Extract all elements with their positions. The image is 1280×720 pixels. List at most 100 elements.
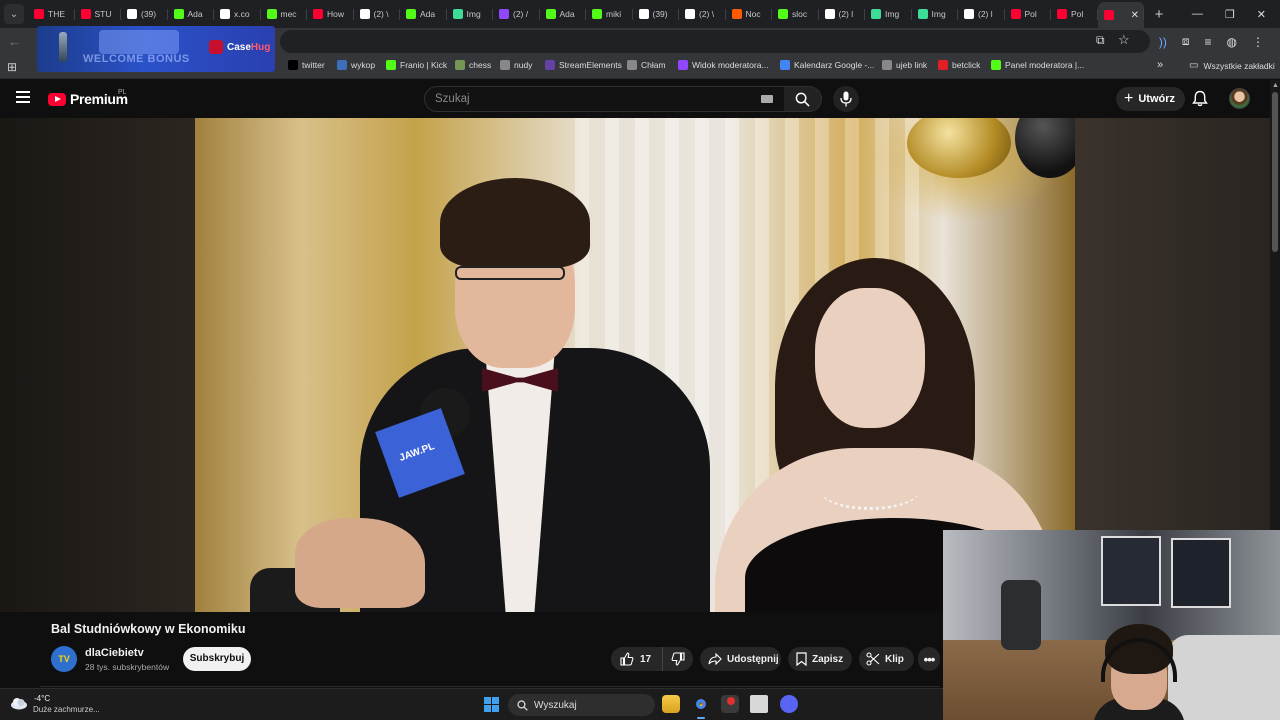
browser-tab[interactable]: (2) \ xyxy=(679,2,726,26)
browser-tab[interactable]: (2) l xyxy=(958,2,1005,26)
webcam-room-window xyxy=(1101,536,1161,606)
scroll-up-arrow-icon[interactable]: ▲ xyxy=(1272,82,1279,89)
recording-app-icon[interactable] xyxy=(721,695,739,713)
windows-start-icon[interactable] xyxy=(484,697,499,712)
weather-description[interactable]: Duże zachmurze... xyxy=(33,705,100,714)
profile-icon[interactable]: ◍ xyxy=(1227,35,1237,49)
channel-name[interactable]: dlaCiebietv xyxy=(85,647,144,659)
browser-tab[interactable]: Img xyxy=(912,2,959,26)
player-ambient-left xyxy=(0,118,195,612)
bookmark-item[interactable]: betclick xyxy=(938,60,980,70)
browser-menu-icon[interactable]: ⋮ xyxy=(1252,35,1264,49)
browser-tab[interactable]: (2) l xyxy=(819,2,866,26)
bookmark-item[interactable]: Chłam xyxy=(627,60,666,70)
maximize-icon[interactable]: ❐ xyxy=(1225,8,1235,21)
browser-tab[interactable]: Pol xyxy=(1005,2,1052,26)
share-button[interactable]: Udostępnij xyxy=(700,647,781,671)
browser-tab[interactable]: Pol xyxy=(1051,2,1098,26)
more-actions-button[interactable]: ••• xyxy=(918,647,940,671)
extensions-puzzle-icon[interactable]: ⧈ xyxy=(1182,34,1190,49)
bookmark-item[interactable]: Panel moderatora |... xyxy=(991,60,1084,70)
bookmark-item[interactable]: Widok moderatora... xyxy=(678,60,769,70)
subscribe-button[interactable]: Subskrybuj xyxy=(183,647,251,671)
close-window-icon[interactable]: ✕ xyxy=(1257,8,1266,21)
new-tab-button[interactable]: + xyxy=(1148,6,1170,23)
install-app-icon[interactable]: ⧉ xyxy=(1096,33,1105,48)
search-input[interactable]: Szukaj xyxy=(424,86,786,112)
close-tab-icon[interactable]: ✕ xyxy=(1131,10,1139,21)
tab-label: Noc xyxy=(745,9,761,19)
browser-tab[interactable]: (39) xyxy=(121,2,168,26)
betclick-icon xyxy=(938,60,948,70)
browser-tab[interactable]: Noc xyxy=(726,2,773,26)
scrollbar-thumb[interactable] xyxy=(1272,92,1278,252)
file-explorer-icon[interactable] xyxy=(662,695,680,713)
browser-tab[interactable]: x.co xyxy=(214,2,261,26)
youtube-premium-logo[interactable]: Premium PL xyxy=(48,89,128,107)
tab-label: x.co xyxy=(234,9,250,19)
browser-tab[interactable]: How xyxy=(307,2,354,26)
more-bookmarks-chevron-icon[interactable]: » xyxy=(1157,59,1163,71)
browser-tab[interactable]: miki xyxy=(586,2,633,26)
cloudy-weather-icon[interactable] xyxy=(10,696,28,710)
tab-search-chevron-icon[interactable]: ⌄ xyxy=(4,4,24,24)
all-bookmarks-folder[interactable]: ▭ Wszystkie zakładki xyxy=(1189,60,1275,71)
bookmark-item[interactable]: Franio | Kick xyxy=(386,60,447,70)
bookmark-star-icon[interactable]: ☆ xyxy=(1118,32,1130,48)
clip-button[interactable]: Klip xyxy=(859,647,914,671)
browser-tab[interactable]: (2) \ xyxy=(354,2,401,26)
tab-label: Ada xyxy=(559,9,575,19)
kick-icon xyxy=(778,9,788,19)
dislike-button[interactable] xyxy=(663,647,693,671)
like-button[interactable]: 17 xyxy=(611,647,663,671)
keyboard-icon[interactable] xyxy=(761,95,773,103)
weather-temperature[interactable]: -4°C xyxy=(34,694,50,703)
bookmark-item[interactable]: StreamElements xyxy=(545,60,622,70)
calculator-app-icon[interactable] xyxy=(750,695,768,713)
address-bar[interactable] xyxy=(280,30,1150,53)
discord-icon[interactable] xyxy=(780,695,798,713)
user-avatar[interactable] xyxy=(1229,88,1250,109)
taskbar-search-box[interactable]: Wyszukaj xyxy=(508,694,655,716)
browser-tab[interactable]: ✕ xyxy=(1097,2,1144,28)
browser-tab[interactable]: Ada xyxy=(540,2,587,26)
bookmark-item[interactable]: nudy xyxy=(500,60,532,70)
browser-tab[interactable]: Ada xyxy=(400,2,447,26)
browser-tab[interactable]: sloc xyxy=(772,2,819,26)
browser-tab[interactable]: Img xyxy=(447,2,494,26)
tab-label: sloc xyxy=(792,9,808,19)
bookmark-item[interactable]: wykop xyxy=(337,60,375,70)
browser-tab[interactable]: (2) / xyxy=(493,2,540,26)
apps-grid-icon[interactable]: ⊞ xyxy=(7,60,17,74)
voice-search-button[interactable] xyxy=(833,86,859,112)
minimize-icon[interactable]: — xyxy=(1192,8,1203,21)
browser-tab[interactable]: Img xyxy=(865,2,912,26)
kick-icon xyxy=(173,9,184,19)
channel-avatar[interactable]: TV xyxy=(51,646,77,672)
create-button[interactable]: + Utwórz xyxy=(1116,87,1186,111)
save-button[interactable]: Zapisz xyxy=(788,647,852,671)
bookmark-label: betclick xyxy=(952,60,981,70)
bookmark-item[interactable]: ujeb link xyxy=(882,60,927,70)
search-button[interactable] xyxy=(784,86,822,112)
bookmark-item[interactable]: chess xyxy=(455,60,491,70)
share-label: Udostępnij xyxy=(727,653,779,665)
browser-tab[interactable]: Ada xyxy=(168,2,215,26)
browser-tab[interactable]: THE xyxy=(28,2,75,26)
extension-wifi-icon[interactable]: )) xyxy=(1159,35,1167,49)
notifications-bell-icon[interactable] xyxy=(1192,90,1208,107)
bookmark-item[interactable]: twitter xyxy=(288,60,325,70)
search-icon xyxy=(517,699,528,711)
chrome-icon[interactable] xyxy=(692,695,710,713)
browser-tab[interactable]: STU xyxy=(75,2,122,26)
tab-groups-icon[interactable]: ≡ xyxy=(1205,35,1212,49)
taskbar-search-label: Wyszukaj xyxy=(534,699,577,711)
bookmark-item[interactable]: Kalendarz Google -... xyxy=(780,60,874,70)
man-hair xyxy=(440,178,590,268)
region-code: PL xyxy=(118,89,127,96)
back-arrow-icon[interactable]: ← xyxy=(8,34,26,49)
browser-tab[interactable]: (39) xyxy=(633,2,680,26)
hamburger-menu-icon[interactable] xyxy=(16,91,30,103)
ad-banner[interactable]: WELCOME BONUS Case Hug xyxy=(37,26,275,72)
browser-tab[interactable]: mec xyxy=(261,2,308,26)
